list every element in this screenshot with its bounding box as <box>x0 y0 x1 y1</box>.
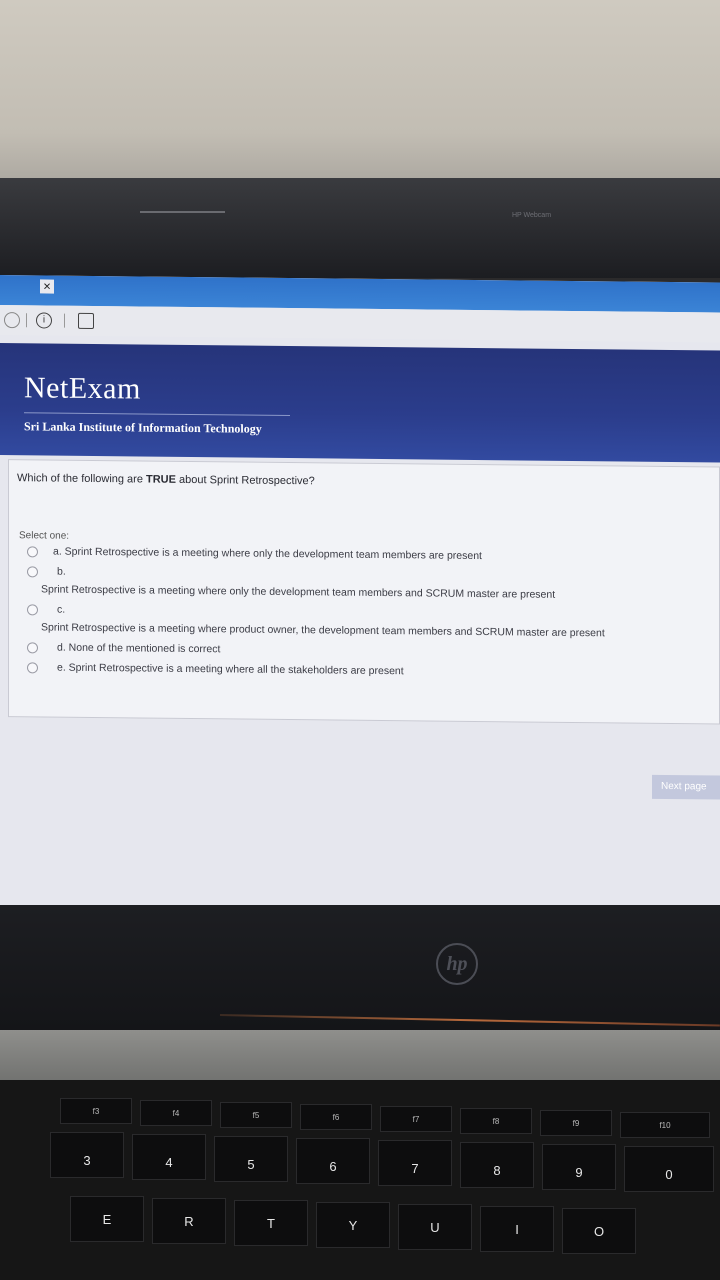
institute-name: Sri Lanka Institute of Information Techn… <box>24 419 262 436</box>
key-f8[interactable]: f8 <box>460 1108 532 1134</box>
option-e-radio[interactable] <box>27 662 38 674</box>
laptop-screen: × i NetExam Sri Lanka Institute of Infor… <box>0 275 720 923</box>
key-5[interactable]: 5 <box>214 1136 288 1182</box>
app-title: NetExam <box>24 371 141 406</box>
next-page-button[interactable]: Next page <box>652 774 720 800</box>
info-icon[interactable]: i <box>36 312 52 329</box>
key-f3[interactable]: f3 <box>60 1098 132 1124</box>
option-b-label[interactable]: Sprint Retrospective is a meeting where … <box>41 583 555 600</box>
option-b-letter: b. <box>57 565 66 578</box>
laptop-top-bezel <box>0 178 720 278</box>
browser-toolbar: i <box>0 305 720 343</box>
option-b-radio[interactable] <box>27 566 38 578</box>
option-e-label[interactable]: e. Sprint Retrospective is a meeting whe… <box>57 662 404 678</box>
laptop-bottom-bezel <box>0 905 720 1030</box>
netexam-header: NetExam Sri Lanka Institute of Informati… <box>0 343 720 463</box>
option-c-letter: c. <box>57 603 66 616</box>
select-one-label: Select one: <box>19 530 70 542</box>
key-7[interactable]: 7 <box>378 1140 452 1186</box>
background-wall <box>0 0 720 190</box>
key-6[interactable]: 6 <box>296 1138 370 1184</box>
question-text: Which of the following are TRUE about Sp… <box>17 472 315 487</box>
key-f9[interactable]: f9 <box>540 1110 612 1136</box>
key-f10[interactable]: f10 <box>620 1112 710 1138</box>
option-d-radio[interactable] <box>27 642 38 654</box>
reload-icon[interactable] <box>4 312 20 329</box>
option-a-label[interactable]: a. Sprint Retrospective is a meeting whe… <box>53 546 482 562</box>
key-t[interactable]: T <box>234 1200 308 1246</box>
key-8[interactable]: 8 <box>460 1142 534 1188</box>
toolbar-separator <box>64 313 65 328</box>
page-icon[interactable] <box>78 312 94 329</box>
question-panel: Which of the following are TRUE about Sp… <box>8 459 720 725</box>
option-c-label[interactable]: Sprint Retrospective is a meeting where … <box>41 621 605 639</box>
question-suffix: about Sprint Retrospective? <box>175 473 315 488</box>
key-o[interactable]: O <box>562 1208 636 1254</box>
bezel-mark <box>140 211 225 213</box>
key-f4[interactable]: f4 <box>140 1100 212 1126</box>
key-0[interactable]: 0 <box>624 1146 714 1192</box>
question-emphasis: TRUE <box>146 473 176 486</box>
key-i[interactable]: I <box>480 1206 554 1252</box>
key-f5[interactable]: f5 <box>220 1102 292 1128</box>
key-f7[interactable]: f7 <box>380 1106 452 1132</box>
question-prefix: Which of the following are <box>17 472 147 486</box>
key-9[interactable]: 9 <box>542 1144 616 1190</box>
toolbar-separator <box>26 313 27 328</box>
option-a-radio[interactable] <box>27 546 38 558</box>
key-y[interactable]: Y <box>316 1202 390 1248</box>
option-c-radio[interactable] <box>27 604 38 616</box>
title-divider <box>24 412 290 417</box>
option-d-label[interactable]: d. None of the mentioned is correct <box>57 642 220 656</box>
key-e[interactable]: E <box>70 1196 144 1242</box>
key-3[interactable]: 3 <box>50 1132 124 1178</box>
key-4[interactable]: 4 <box>132 1134 206 1180</box>
webcam-label: HP Webcam <box>512 212 552 219</box>
keyboard: f3 f4 f5 f6 f7 f8 f9 f10 3 4 5 6 7 8 9 0… <box>0 1080 720 1280</box>
hp-logo: hp <box>436 943 478 985</box>
key-r[interactable]: R <box>152 1198 226 1244</box>
key-u[interactable]: U <box>398 1204 472 1250</box>
key-f6[interactable]: f6 <box>300 1104 372 1130</box>
close-tab-icon[interactable]: × <box>40 278 54 294</box>
